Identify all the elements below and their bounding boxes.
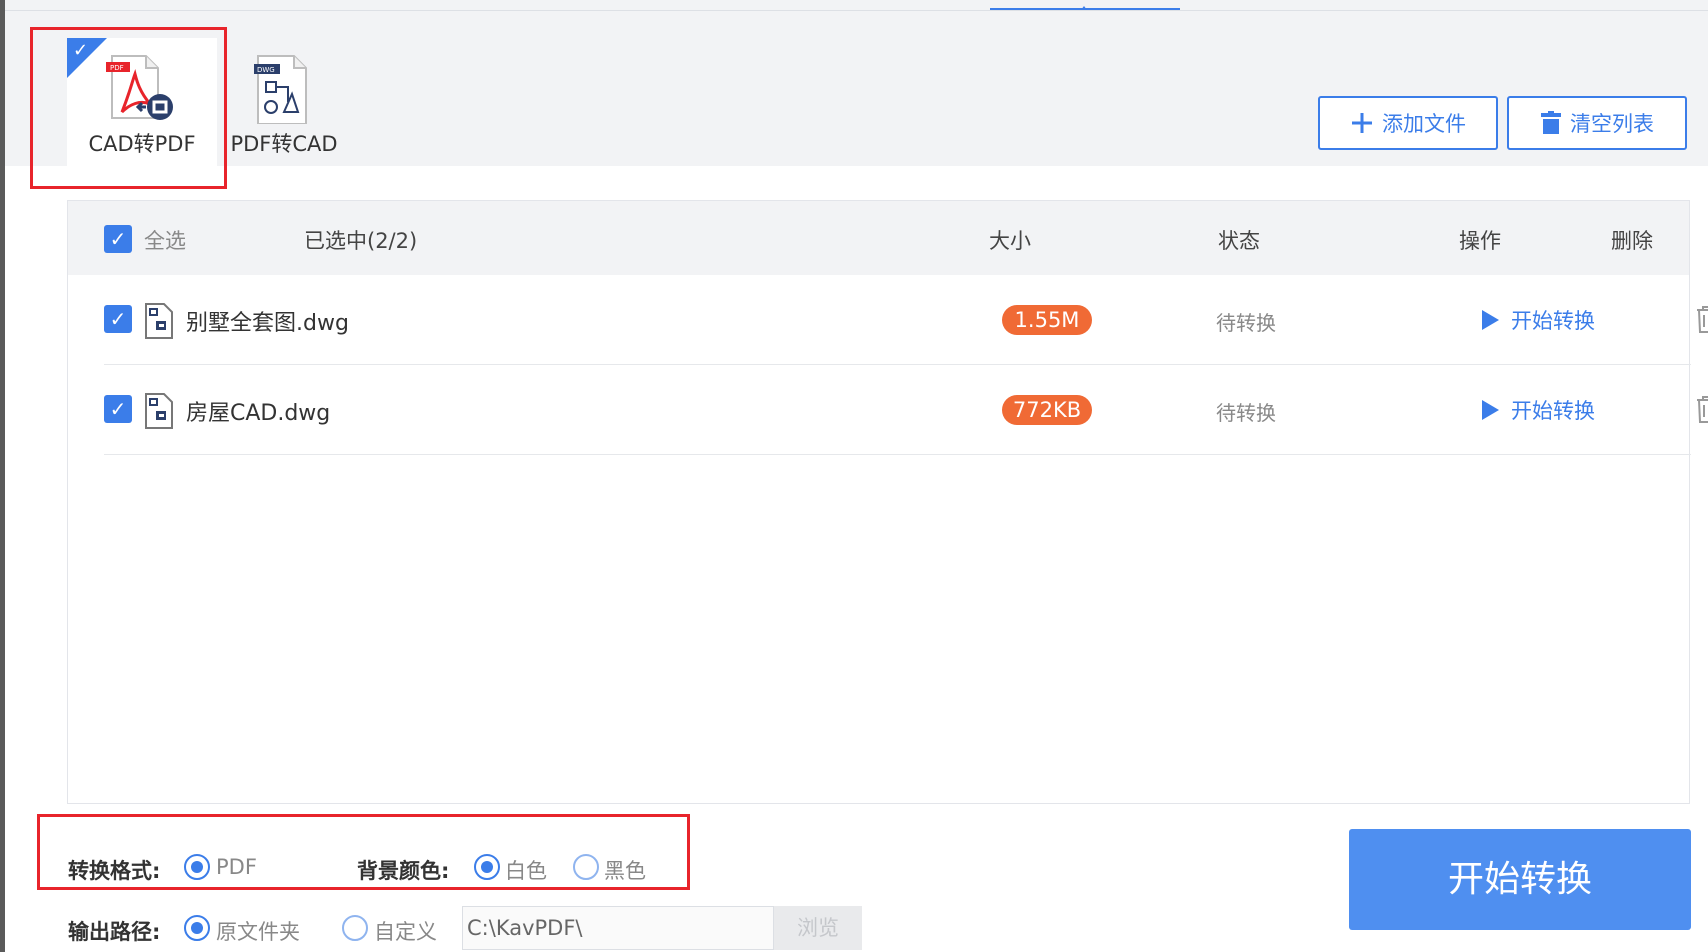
output-path-input[interactable] [462,906,774,950]
plus-icon [1352,113,1372,133]
bg-white-radio[interactable] [474,854,500,880]
dwg-file-icon [145,393,173,429]
bg-black-radio[interactable] [573,854,599,880]
table-row: ✓ 别墅全套图.dwg 1.55M 待转换 开始转换 [104,275,1708,365]
status-text: 待转换 [1216,401,1276,425]
clear-list-button[interactable]: 清空列表 [1507,96,1687,150]
bg-black-text: 黑色 [604,859,646,883]
bg-white-text: 白色 [505,859,547,883]
select-all-checkbox[interactable]: ✓ [104,225,132,253]
clear-list-label: 清空列表 [1570,112,1654,136]
output-source-radio[interactable] [184,915,210,941]
file-table: ✓ 全选 已选中(2/2) 大小 状态 操作 删除 ✓ 别墅全套图.dwg 1.… [67,200,1708,804]
row-checkbox[interactable]: ✓ [104,395,132,423]
top-divider [5,10,1708,11]
start-convert-link[interactable]: 开始转换 [1482,305,1595,335]
add-file-label: 添加文件 [1382,112,1466,136]
tab-label: PDF转CAD [230,132,338,156]
format-pdf-text: PDF [216,855,257,879]
column-delete: 删除 [1611,229,1653,253]
window-drag-indicator-tip [1081,4,1087,10]
svg-text:DWG: DWG [257,66,275,74]
highlight-box-mode [30,27,227,189]
delete-icon[interactable] [1696,395,1708,423]
format-label: 转换格式: [68,859,161,883]
status-text: 待转换 [1216,311,1276,335]
file-name: 别墅全套图.dwg [186,311,349,336]
selected-count: 已选中(2/2) [304,229,418,253]
start-convert-label: 开始转换 [1511,399,1595,423]
start-convert-label: 开始转换 [1511,309,1595,333]
output-source-text: 原文件夹 [216,920,300,944]
dwg-file-icon [145,303,173,339]
output-path-label: 输出路径: [68,920,161,944]
output-custom-radio[interactable] [342,915,368,941]
file-name: 房屋CAD.dwg [186,401,331,426]
column-status: 状态 [1218,229,1260,253]
play-icon [1482,310,1499,330]
bg-color-label: 背景颜色: [357,859,450,883]
browse-button[interactable]: 浏览 [774,906,862,950]
table-row: ✓ 房屋CAD.dwg 772KB 待转换 开始转换 [104,365,1708,455]
pdf-to-cad-icon: DWG [254,55,307,124]
trash-icon [1541,111,1561,134]
delete-icon[interactable] [1696,305,1708,333]
start-convert-link[interactable]: 开始转换 [1482,395,1595,425]
select-all-label: 全选 [144,229,186,253]
row-checkbox[interactable]: ✓ [104,305,132,333]
start-convert-button[interactable]: 开始转换 [1349,829,1691,930]
size-badge: 772KB [1002,395,1092,425]
size-badge: 1.55M [1002,305,1092,335]
table-header: ✓ 全选 已选中(2/2) 大小 状态 操作 删除 [68,201,1689,275]
column-size: 大小 [989,229,1031,253]
column-action: 操作 [1459,229,1501,253]
format-pdf-radio[interactable] [184,854,210,880]
play-icon [1482,400,1499,420]
output-custom-text: 自定义 [374,920,437,944]
tab-pdf-to-cad[interactable]: DWG PDF转CAD [209,38,359,166]
add-file-button[interactable]: 添加文件 [1318,96,1498,150]
